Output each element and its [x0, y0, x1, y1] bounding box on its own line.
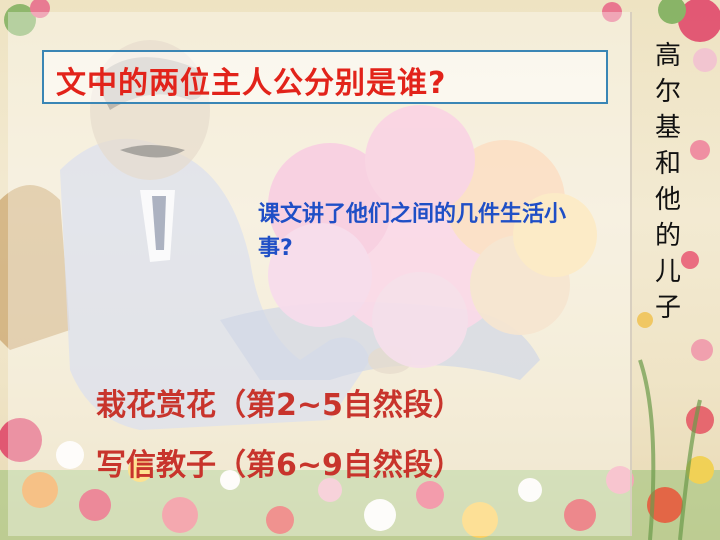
title-char: 子: [654, 293, 681, 323]
title-char: 高: [654, 41, 681, 71]
vertical-lesson-title: 高 尔 基 和 他 的 儿 子: [648, 38, 688, 326]
title-char: 儿: [654, 257, 681, 287]
title-char: 他: [654, 185, 681, 215]
bubble-prompt: 课文讲了他们之间的几件生活小事?: [258, 202, 567, 261]
title-char: 的: [654, 221, 681, 251]
title-char: 和: [654, 149, 681, 179]
title-char: 基: [654, 113, 681, 143]
title-char: 尔: [654, 77, 681, 107]
event-item-1: 栽花赏花（第2~5自然段）: [96, 388, 463, 423]
event-item-2: 写信教子（第6~9自然段）: [96, 448, 463, 483]
question-text: 文中的两位主人公分别是谁?: [56, 66, 447, 101]
